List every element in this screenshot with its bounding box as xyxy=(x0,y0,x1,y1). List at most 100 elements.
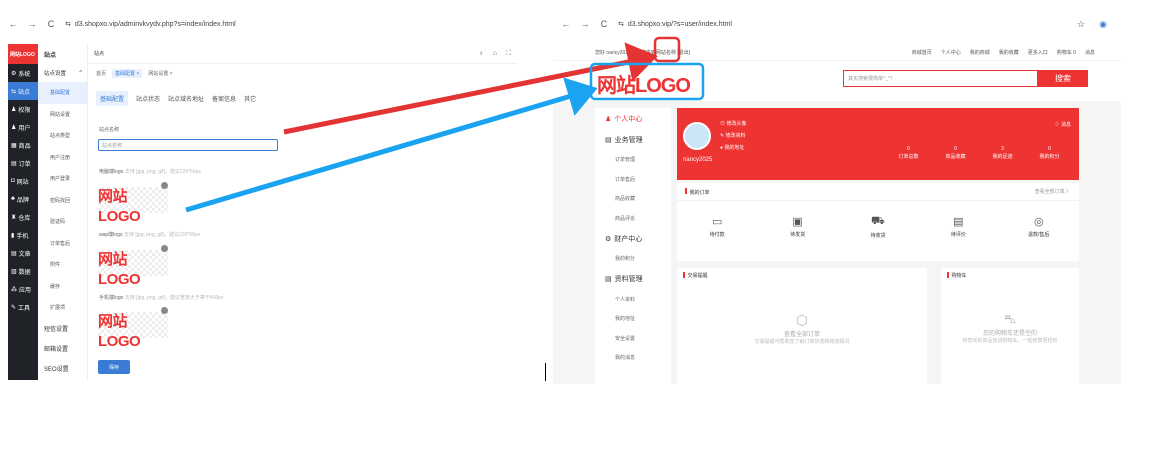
order-state-unpaid[interactable]: ▭ 待付款 xyxy=(687,215,747,239)
nav-more[interactable]: 更多入口 xyxy=(1028,49,1048,56)
avatar[interactable] xyxy=(683,122,711,150)
sidebar-item-permission[interactable]: ♟ 权限 xyxy=(8,100,38,118)
sidebar-item-site[interactable]: ⇆ 站点 xyxy=(8,82,38,100)
side-item[interactable]: 商品收藏 xyxy=(595,189,671,209)
sidebar-item-tools[interactable]: ✎ 工具 xyxy=(8,298,38,316)
stat-favorites[interactable]: 0 商品收藏 xyxy=(932,145,979,161)
forward-icon[interactable]: → xyxy=(27,19,37,29)
save-button[interactable]: 保存 xyxy=(98,360,130,374)
side-item[interactable]: 安全设置 xyxy=(595,329,671,349)
sidebar-item-brand[interactable]: ♣ 品牌 xyxy=(8,190,38,208)
config-tab-icp[interactable]: 备案信息 xyxy=(212,94,236,106)
submenu-item[interactable]: 网站设置 xyxy=(38,104,87,126)
edit-avatar-link[interactable]: ⊙ 修改头像 xyxy=(720,120,746,127)
sidebar-item-app[interactable]: ⁂ 应用 xyxy=(8,280,38,298)
address-bar[interactable]: ⇆ d3.shopxo.vip/?s=user/index.html xyxy=(618,20,732,29)
submenu-group-site-settings[interactable]: 站点设置 ^ xyxy=(38,64,87,82)
sidebar-item-mobile[interactable]: ▮ 手机 xyxy=(8,226,38,244)
side-item[interactable]: 我的地址 xyxy=(595,309,671,329)
nav-cart[interactable]: 购物车 0 xyxy=(1057,49,1076,56)
submenu-item[interactable]: 订单售后 xyxy=(38,233,87,255)
tab-basic-config[interactable]: 基础配置 × xyxy=(112,68,143,78)
sidebar-item-user[interactable]: ♟ 用户 xyxy=(8,118,38,136)
side-item[interactable]: 订单管理 xyxy=(595,150,671,170)
edit-profile-link[interactable]: ✎ 修改资料 xyxy=(720,132,746,139)
app-logo-image[interactable]: 网站LOGO xyxy=(98,307,168,350)
nav-my-mall[interactable]: 我的商城 xyxy=(970,49,990,56)
config-tab-other[interactable]: 其它 xyxy=(244,94,256,106)
profile-doc-icon: ▤ xyxy=(605,276,612,283)
side-item[interactable]: 商品评论 xyxy=(595,209,671,229)
submenu-item[interactable]: 附件 xyxy=(38,254,87,276)
config-tab-status[interactable]: 站点状态 xyxy=(136,94,160,106)
side-group-assets: ⚙ 财产中心 xyxy=(605,235,643,243)
search-button[interactable]: 搜索 xyxy=(1038,70,1088,87)
nav-mall-home[interactable]: 商城首页 xyxy=(912,49,932,56)
submenu-item[interactable]: 用户注册 xyxy=(38,147,87,169)
submenu-group-email[interactable]: 邮箱设置 xyxy=(38,339,87,359)
reload-icon[interactable]: C xyxy=(46,19,56,29)
sidebar-item-goods[interactable]: ▦ 商品 xyxy=(8,136,38,154)
submenu-item[interactable]: 验证码 xyxy=(38,211,87,233)
sidebar-item-website[interactable]: ◘ 网站 xyxy=(8,172,38,190)
side-item[interactable]: 我的消息 xyxy=(595,348,671,368)
delete-icon[interactable] xyxy=(161,182,168,189)
home-icon[interactable]: ⌂ xyxy=(493,50,497,58)
message-link[interactable]: ♢ 消息 xyxy=(1055,121,1071,128)
submenu-item[interactable]: 用户登录 xyxy=(38,168,87,190)
delete-icon[interactable] xyxy=(161,307,168,314)
delete-icon[interactable] xyxy=(161,245,168,252)
order-state-to-review[interactable]: ▤ 待评价 xyxy=(928,215,988,239)
forward-icon[interactable]: → xyxy=(580,19,590,29)
nav-user-center[interactable]: 个人中心 xyxy=(941,49,961,56)
submenu-item[interactable]: 密码找回 xyxy=(38,190,87,212)
wap-logo-image[interactable]: 网站LOGO xyxy=(98,245,168,288)
stat-footprint[interactable]: 3 我的足迹 xyxy=(979,145,1026,161)
store-logo[interactable]: 网站LOGO xyxy=(597,69,691,98)
comment-icon: ▤ xyxy=(953,216,964,228)
side-group-user-center[interactable]: ♟ 个人中心 xyxy=(595,108,671,129)
order-state-to-receive[interactable]: ⛟ 待收货 xyxy=(848,215,908,239)
search-input[interactable]: 其实搜索很简单^_^！ xyxy=(843,70,1038,87)
order-state-refund[interactable]: ◎ 退款/售后 xyxy=(1009,215,1069,239)
submenu-group-sms[interactable]: 短信设置 xyxy=(38,319,87,339)
nav-favorites[interactable]: 我的收藏 xyxy=(999,49,1019,56)
site-info-icon[interactable]: ⇆ xyxy=(65,20,71,28)
address-bar[interactable]: ⇆ d3.shopxo.vip/adminvkvydv.php?s=index/i… xyxy=(65,20,236,29)
tab-website-settings[interactable]: 网站设置 × xyxy=(148,70,172,77)
my-address-link[interactable]: ● 我的地址 xyxy=(720,144,746,151)
config-tab-basic[interactable]: 基础配置 xyxy=(96,91,129,106)
back-icon[interactable]: ← xyxy=(8,19,18,29)
site-name-input[interactable]: 站点名称 xyxy=(98,139,278,151)
config-tab-domain[interactable]: 站点域名地址 xyxy=(168,94,204,106)
site-info-icon[interactable]: ⇆ xyxy=(618,20,624,28)
back-icon[interactable]: ← xyxy=(561,19,571,29)
submenu-item-basic[interactable]: 基础配置 xyxy=(38,82,87,104)
submenu-item[interactable]: 扩展项 xyxy=(38,297,87,319)
pc-logo-image[interactable]: 网站LOGO xyxy=(98,182,168,225)
view-all-orders-link[interactable]: 查看全部订单 〉 xyxy=(1035,188,1071,195)
nav-messages[interactable]: 消息 xyxy=(1085,49,1095,56)
stat-orders[interactable]: 0 订单总数 xyxy=(885,145,932,161)
profile-icon[interactable]: ◉ xyxy=(1099,19,1107,30)
reload-icon[interactable]: C xyxy=(599,19,609,29)
bookmark-star-icon[interactable]: ☆ xyxy=(1077,19,1085,30)
sidebar-item-order[interactable]: ▤ 订单 xyxy=(8,154,38,172)
order-state-to-ship[interactable]: ▣ 待发货 xyxy=(768,215,828,239)
sidebar-item-warehouse[interactable]: ♜ 仓库 xyxy=(8,208,38,226)
sidebar-item-data[interactable]: ▥ 数据 xyxy=(8,262,38,280)
side-item[interactable]: 订单售后 xyxy=(595,170,671,190)
side-item[interactable]: 我的积分 xyxy=(595,249,671,269)
clear-cache-icon[interactable]: ♁ xyxy=(479,50,484,58)
submenu-group-seo[interactable]: SEO设置 xyxy=(38,359,87,379)
logout-link[interactable]: [退出] xyxy=(677,50,690,56)
tab-home[interactable]: 首页 xyxy=(96,70,106,77)
submenu-item[interactable]: 站点类型 xyxy=(38,125,87,147)
cart-title: 购物车 xyxy=(941,268,1079,282)
sidebar-item-article[interactable]: ▤ 文章 xyxy=(8,244,38,262)
sidebar-item-system[interactable]: ⚙ 系统 xyxy=(8,64,38,82)
side-item[interactable]: 个人资料 xyxy=(595,290,671,310)
fullscreen-icon[interactable]: ⛶ xyxy=(506,50,511,58)
stat-points[interactable]: 0 我的积分 xyxy=(1026,145,1073,161)
submenu-item[interactable]: 缓存 xyxy=(38,276,87,298)
